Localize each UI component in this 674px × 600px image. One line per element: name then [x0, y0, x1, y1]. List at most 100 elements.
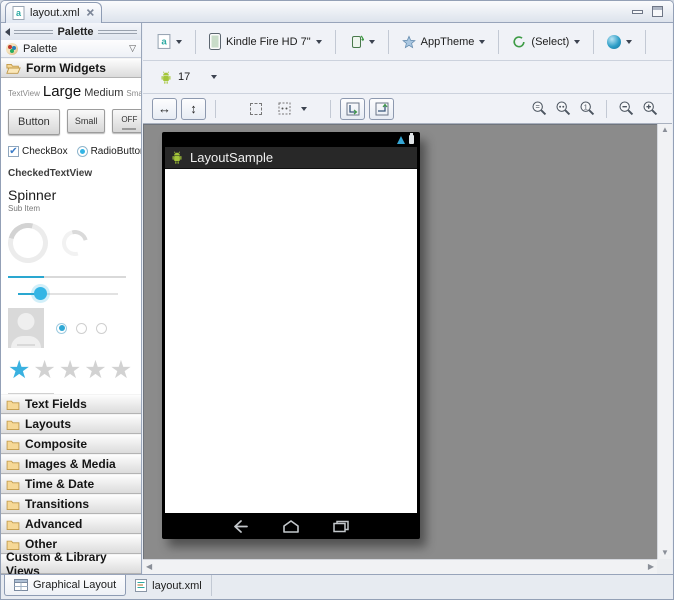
- orientation-selector[interactable]: [344, 30, 380, 54]
- device-preview[interactable]: LayoutSample: [162, 132, 420, 539]
- wrap-content-width-button[interactable]: [340, 98, 365, 120]
- category-label: Composite: [25, 437, 87, 451]
- api-toolbar: 17: [143, 61, 672, 94]
- horizontal-scrollbar[interactable]: ◀ ▶: [143, 559, 657, 574]
- vertical-scrollbar[interactable]: ▲ ▼: [657, 124, 672, 559]
- xml-source-icon: [135, 579, 147, 592]
- zoom-real-size-button[interactable]: [553, 98, 573, 120]
- android-xml-file-icon: a: [157, 34, 171, 49]
- dropdown-caret-icon: [369, 40, 375, 44]
- tab-layout-xml-source[interactable]: layout.xml: [126, 575, 212, 596]
- checkbox-icon: ✔: [8, 146, 19, 157]
- category-transitions[interactable]: Transitions: [1, 494, 141, 514]
- category-images-media[interactable]: Images & Media: [1, 454, 141, 474]
- scroll-right-icon[interactable]: ▶: [648, 563, 654, 571]
- collapse-left-icon[interactable]: [5, 28, 10, 36]
- configuration-selector[interactable]: a: [152, 30, 187, 53]
- radio-unselected-icon[interactable]: [76, 323, 87, 334]
- palette-icon: [6, 43, 18, 55]
- device-content-area[interactable]: [165, 169, 417, 513]
- category-composite[interactable]: Composite: [1, 434, 141, 454]
- widget-checkbox[interactable]: ✔ CheckBox: [8, 146, 68, 157]
- category-layouts[interactable]: Layouts: [1, 414, 141, 434]
- textview-previews: TextView Large Medium Small: [8, 83, 134, 100]
- device-selector-label: Kindle Fire HD 7": [226, 36, 311, 48]
- toolbar-separator: [593, 30, 594, 54]
- widget-radiogroup[interactable]: [56, 323, 107, 334]
- category-label: Images & Media: [25, 457, 116, 471]
- config-toolbar: a Kindle Fire HD 7": [143, 23, 672, 61]
- open-folder-icon: [6, 62, 21, 74]
- wrap-content-height-button[interactable]: [369, 98, 394, 120]
- widget-quickcontactbadge[interactable]: [8, 308, 44, 348]
- widget-small-button[interactable]: Small: [67, 109, 106, 133]
- widget-radiobutton[interactable]: RadioButton: [77, 146, 141, 157]
- scroll-left-icon[interactable]: ◀: [146, 563, 152, 571]
- widget-progressbar-horizontal[interactable]: [8, 276, 126, 278]
- category-custom-library-views[interactable]: Custom & Library Views: [1, 554, 141, 574]
- palette-collapse-header[interactable]: Palette: [1, 23, 141, 40]
- category-advanced[interactable]: Advanced: [1, 514, 141, 534]
- category-text-fields[interactable]: Text Fields: [1, 394, 141, 414]
- zoom-out-button[interactable]: [616, 98, 636, 120]
- dropdown-caret-icon[interactable]: [211, 75, 217, 79]
- locale-selector[interactable]: [602, 31, 637, 53]
- scroll-down-icon[interactable]: ▼: [661, 549, 669, 557]
- zoom-100-button[interactable]: 1: [577, 98, 597, 120]
- margins-button[interactable]: [243, 98, 268, 120]
- widget-togglebutton[interactable]: OFF: [112, 109, 141, 133]
- radio-unselected-icon[interactable]: [96, 323, 107, 334]
- maximize-view-icon[interactable]: [652, 6, 663, 17]
- tab-graphical-layout[interactable]: Graphical Layout: [4, 575, 126, 596]
- theme-selector[interactable]: AppTheme: [397, 31, 491, 53]
- scrollbar-corner: [657, 559, 672, 574]
- star-empty-icon: ★: [33, 358, 55, 382]
- progressbar-previews: [8, 223, 134, 263]
- dropdown-caret-icon[interactable]: [301, 107, 307, 111]
- radiobutton-label: RadioButton: [91, 146, 141, 157]
- zoom-in-button[interactable]: [640, 98, 660, 120]
- widget-seekbar[interactable]: [8, 286, 126, 302]
- widget-spinner[interactable]: Spinner Sub Item: [8, 187, 134, 213]
- category-time-date[interactable]: Time & Date: [1, 474, 141, 494]
- toolbar-separator: [645, 30, 646, 54]
- tab-layout-xml[interactable]: a layout.xml ❌︎: [5, 2, 102, 23]
- widget-textview-medium[interactable]: Medium: [84, 87, 123, 99]
- activity-selector[interactable]: (Select): [507, 31, 585, 53]
- category-form-widgets[interactable]: Form Widgets: [1, 58, 141, 78]
- folder-icon: [6, 499, 20, 510]
- widget-ratingbar[interactable]: ★ ★ ★ ★ ★: [8, 358, 134, 382]
- fill-height-button[interactable]: ↕: [181, 98, 206, 120]
- radio-selected-icon[interactable]: [56, 323, 67, 334]
- canvas-area: LayoutSample: [143, 124, 672, 574]
- palette-dropdown-row[interactable]: Palette ▽: [1, 40, 141, 58]
- fill-width-button[interactable]: ↔: [152, 98, 177, 120]
- device-selector[interactable]: Kindle Fire HD 7": [204, 29, 327, 54]
- widget-button[interactable]: Button: [8, 109, 60, 135]
- widget-textview[interactable]: TextView: [8, 89, 40, 98]
- seekbar-thumb[interactable]: [34, 287, 47, 300]
- dropdown-caret-icon: [176, 40, 182, 44]
- folder-icon: [6, 419, 20, 430]
- widget-textview-small[interactable]: Small: [126, 89, 141, 98]
- api-level-label: 17: [178, 71, 190, 83]
- category-label: Layouts: [25, 417, 71, 431]
- tab-close-icon[interactable]: ❌︎: [87, 8, 95, 19]
- category-label: Text Fields: [25, 397, 87, 411]
- layout-canvas[interactable]: LayoutSample: [143, 124, 657, 559]
- svg-text:a: a: [161, 37, 167, 48]
- android-robot-icon: [159, 70, 173, 85]
- toolbar-separator: [498, 30, 499, 54]
- widget-progressbar-normal[interactable]: [57, 225, 93, 261]
- widget-textview-large[interactable]: Large: [43, 83, 81, 100]
- scroll-up-icon[interactable]: ▲: [661, 126, 669, 134]
- device-nav-bar: [165, 513, 417, 539]
- chevron-down-icon[interactable]: ▽: [129, 43, 136, 54]
- gravity-button[interactable]: [272, 98, 297, 120]
- activity-icon: [512, 35, 526, 49]
- api-level-selector[interactable]: 17: [154, 66, 195, 89]
- widget-progressbar-large[interactable]: [1, 216, 55, 271]
- zoom-fit-button[interactable]: =: [529, 98, 549, 120]
- widget-checkedtextview[interactable]: CheckedTextView: [8, 168, 134, 179]
- minimize-view-icon[interactable]: [632, 10, 643, 14]
